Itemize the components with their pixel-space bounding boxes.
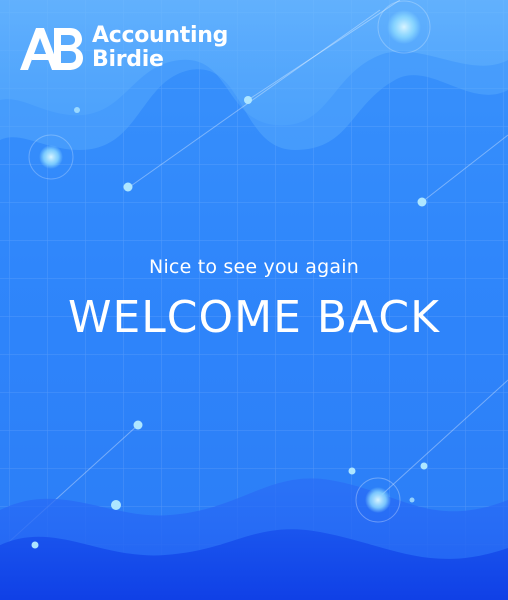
greeting-text: Nice to see you again <box>149 256 359 278</box>
glow-node <box>387 10 421 44</box>
welcome-panel: Accounting Birdie Nice to see you again … <box>0 0 508 600</box>
brand-name-line1: Accounting <box>92 23 229 48</box>
ab-monogram-icon <box>20 28 83 70</box>
dot <box>133 420 143 430</box>
dot <box>348 467 356 475</box>
dot <box>420 462 428 470</box>
dot <box>409 497 415 503</box>
dot <box>123 182 133 192</box>
brand-name-line2: Birdie <box>92 47 164 72</box>
dot <box>31 541 39 549</box>
dot <box>417 197 427 207</box>
dot <box>111 500 121 510</box>
glow-node <box>39 145 63 169</box>
glow-node <box>365 487 391 513</box>
brand-name: Accounting Birdie <box>92 25 228 71</box>
dot <box>244 96 252 104</box>
welcome-heading: WELCOME BACK <box>67 292 440 343</box>
dot <box>74 107 80 113</box>
brand-logo[interactable]: Accounting Birdie <box>18 24 228 72</box>
